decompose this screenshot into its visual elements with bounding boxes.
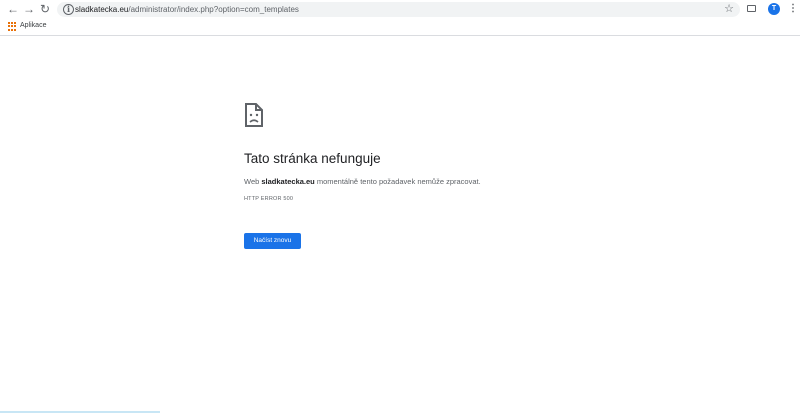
browser-toolbar: ← → ↻ i sladkatecka.eu/administrator/ind… [0, 0, 800, 19]
bottom-divider [0, 411, 160, 413]
url-path: /administrator/index.php?option=com_temp… [128, 5, 299, 14]
error-message: Web sladkatecka.eu momentálně tento poža… [244, 176, 481, 187]
bookmark-star-icon[interactable]: ☆ [724, 2, 734, 17]
reload-button[interactable]: Načíst znovu [244, 233, 301, 249]
error-message-prefix: Web [244, 177, 262, 186]
reload-icon[interactable]: ↻ [38, 2, 52, 16]
error-page: Tato stránka nefunguje Web sladkatecka.e… [0, 37, 800, 414]
error-code: HTTP ERROR 500 [244, 196, 294, 202]
bookmark-apps[interactable]: Aplikace [20, 21, 46, 31]
sad-page-icon [245, 103, 263, 127]
error-message-suffix: momentálně tento požadavek nemůže zpraco… [314, 177, 481, 186]
error-message-host: sladkatecka.eu [261, 177, 315, 186]
back-arrow-icon[interactable]: ← [6, 2, 20, 16]
url-text[interactable]: sladkatecka.eu/administrator/index.php?o… [75, 3, 299, 16]
extension-icon[interactable] [747, 5, 756, 12]
url-host: sladkatecka.eu [75, 5, 129, 14]
profile-avatar[interactable]: T [768, 3, 780, 15]
page-title: Tato stránka nefunguje [244, 151, 381, 166]
more-menu-icon[interactable]: ⋮ [788, 2, 798, 16]
forward-arrow-icon[interactable]: → [22, 2, 36, 16]
bookmarks-bar: Aplikace [0, 19, 800, 36]
address-bar[interactable]: i sladkatecka.eu/administrator/index.php… [57, 2, 740, 17]
apps-grid-icon[interactable] [8, 22, 17, 31]
info-icon[interactable]: i [63, 4, 74, 15]
